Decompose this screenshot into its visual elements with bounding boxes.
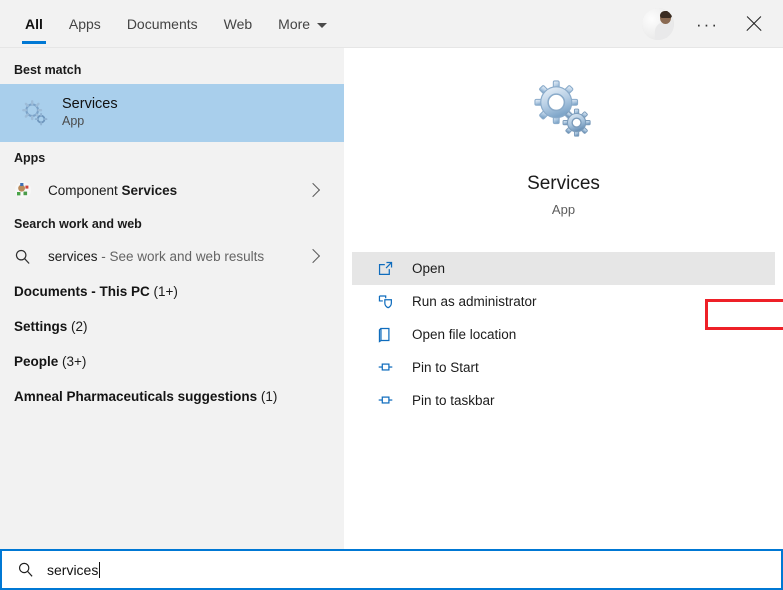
category-suggestions-count: (1)	[261, 389, 278, 404]
action-open-file-location-label: Open file location	[412, 327, 516, 342]
result-item-services[interactable]: Services App	[0, 84, 344, 142]
tab-web[interactable]: Web	[211, 0, 266, 48]
action-run-as-administrator-label: Run as administrator	[412, 294, 537, 309]
app-preview-kind: App	[552, 202, 575, 217]
result-item-subtitle: App	[62, 113, 118, 131]
action-pin-to-taskbar-label: Pin to taskbar	[412, 393, 495, 408]
tab-documents-label: Documents	[127, 16, 198, 32]
avatar-hair	[660, 11, 672, 18]
category-people-text: People	[14, 354, 62, 369]
tab-more-label: More	[278, 16, 310, 32]
folder-icon	[372, 326, 398, 343]
component-services-prefix: Component	[48, 183, 122, 198]
chevron-right-icon[interactable]	[306, 183, 320, 197]
gears-icon	[533, 80, 595, 147]
category-label: Documents - This PC (1+)	[14, 284, 178, 299]
category-settings[interactable]: Settings (2)	[0, 309, 344, 344]
category-label: Settings (2)	[14, 319, 88, 334]
results-list: Best match	[0, 48, 344, 549]
search-header: All Apps Documents Web More ·	[0, 0, 783, 48]
tab-more[interactable]: More	[265, 0, 340, 48]
action-open-file-location[interactable]: Open file location	[352, 318, 775, 351]
close-icon[interactable]	[741, 11, 767, 37]
category-people[interactable]: People (3+)	[0, 344, 344, 379]
action-open[interactable]: Open	[352, 252, 775, 285]
search-input-text: services	[47, 562, 98, 578]
header-actions: ···	[642, 8, 783, 40]
tab-documents[interactable]: Documents	[114, 0, 211, 48]
category-settings-text: Settings	[14, 319, 71, 334]
app-preview-header: Services App	[344, 50, 783, 217]
tab-all[interactable]: All	[12, 0, 56, 48]
app-preview-panel: Services App Open	[344, 48, 783, 549]
category-documents-count: (1+)	[154, 284, 178, 299]
tab-web-label: Web	[224, 16, 253, 32]
pin-icon	[372, 392, 398, 409]
filter-tabs: All Apps Documents Web More	[0, 0, 340, 48]
search-input[interactable]: services	[0, 549, 783, 590]
search-web-header: Search work and web	[0, 208, 344, 238]
apps-header: Apps	[0, 142, 344, 172]
result-item-component-services[interactable]: Component Services	[0, 172, 344, 208]
component-services-icon	[14, 181, 42, 199]
result-item-label: Component Services	[48, 183, 177, 198]
category-label: People (3+)	[14, 354, 86, 369]
web-search-label: services - See work and web results	[48, 249, 264, 264]
category-settings-count: (2)	[71, 319, 88, 334]
web-search-suffix: - See work and web results	[98, 249, 265, 264]
search-icon	[14, 561, 36, 578]
component-services-match: Services	[122, 183, 178, 198]
text-cursor	[99, 562, 100, 578]
windows-search-flyout: All Apps Documents Web More ·	[0, 0, 783, 590]
more-options-icon[interactable]: ···	[692, 10, 723, 39]
category-people-count: (3+)	[62, 354, 86, 369]
action-run-as-administrator[interactable]: Run as administrator	[352, 285, 775, 318]
category-suggestions[interactable]: Amneal Pharmaceuticals suggestions (1)	[0, 379, 344, 414]
chevron-down-icon	[317, 23, 327, 28]
tab-all-label: All	[25, 16, 43, 32]
web-search-query: services	[48, 249, 98, 264]
search-body: Best match	[0, 48, 783, 549]
action-pin-to-taskbar[interactable]: Pin to taskbar	[352, 384, 775, 417]
category-suggestions-text: Amneal Pharmaceuticals suggestions	[14, 389, 261, 404]
search-icon	[14, 248, 42, 265]
shield-icon	[372, 293, 398, 310]
action-pin-to-start[interactable]: Pin to Start	[352, 351, 775, 384]
pin-icon	[372, 359, 398, 376]
app-preview-name: Services	[527, 173, 600, 195]
result-item-text: Services App	[62, 95, 118, 131]
tab-apps-label: Apps	[69, 16, 101, 32]
action-open-label: Open	[412, 261, 445, 276]
avatar-body	[655, 22, 674, 40]
category-documents-text: Documents - This PC	[14, 284, 154, 299]
tab-apps[interactable]: Apps	[56, 0, 114, 48]
chevron-right-icon[interactable]	[306, 249, 320, 263]
gears-icon	[14, 98, 56, 128]
action-pin-to-start-label: Pin to Start	[412, 360, 479, 375]
category-label: Amneal Pharmaceuticals suggestions (1)	[14, 389, 277, 404]
app-actions: Open Run as administrator	[344, 252, 783, 417]
category-documents[interactable]: Documents - This PC (1+)	[0, 274, 344, 309]
result-item-web-search[interactable]: services - See work and web results	[0, 238, 344, 274]
result-item-title: Services	[62, 95, 118, 113]
open-external-icon	[372, 260, 398, 277]
best-match-header: Best match	[0, 54, 344, 84]
search-input-value: services	[47, 562, 100, 578]
avatar[interactable]	[642, 8, 674, 40]
